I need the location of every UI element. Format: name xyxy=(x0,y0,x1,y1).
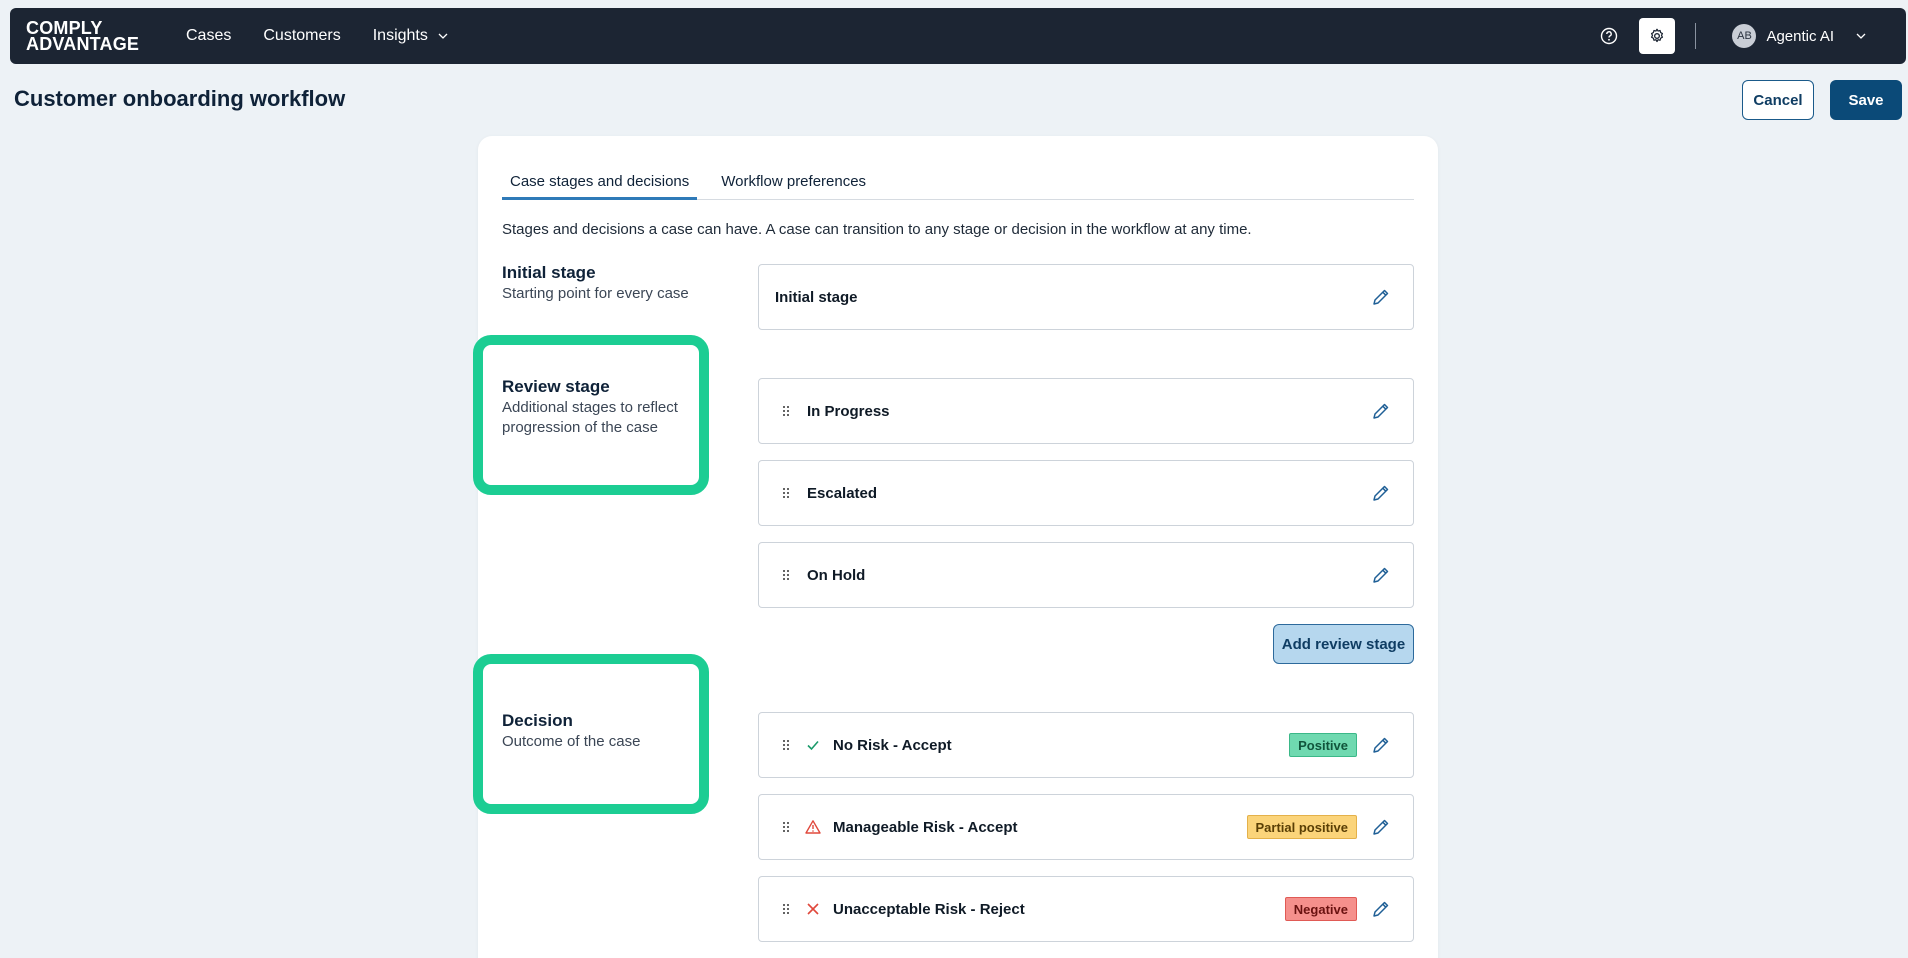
drag-handle-icon[interactable] xyxy=(779,739,793,751)
avatar: AB xyxy=(1732,24,1757,48)
settings-button[interactable] xyxy=(1639,18,1676,54)
workflow-card: Case stages and decisions Workflow prefe… xyxy=(473,136,1438,958)
nav-customers[interactable]: Customers xyxy=(263,27,340,45)
decision-highlight xyxy=(473,654,709,814)
decision-label: Unacceptable Risk - Reject xyxy=(833,900,1025,918)
pencil-icon[interactable] xyxy=(1371,899,1391,919)
nav-insights[interactable]: Insights xyxy=(373,27,448,45)
nav-cases[interactable]: Cases xyxy=(186,27,231,45)
decision-row[interactable]: No Risk - Accept Positive xyxy=(758,712,1414,778)
page-title: Customer onboarding workflow xyxy=(14,86,346,111)
pencil-icon[interactable] xyxy=(1371,735,1391,755)
check-icon xyxy=(805,737,821,753)
pencil-icon[interactable] xyxy=(1371,287,1391,307)
tab-case-stages[interactable]: Case stages and decisions xyxy=(502,172,698,200)
nav-insights-label: Insights xyxy=(372,27,428,44)
cancel-button[interactable]: Cancel xyxy=(1742,80,1814,120)
drag-handle-icon[interactable] xyxy=(779,569,793,581)
initial-stage-title: Initial stage xyxy=(502,263,596,282)
chevron-down-icon xyxy=(1856,33,1866,39)
initial-stage-label: Initial stage xyxy=(775,288,858,306)
logo[interactable]: COMPLY ADVANTAGE xyxy=(26,19,148,54)
decision-label: Manageable Risk - Accept xyxy=(833,818,1018,836)
review-stage-label: On Hold xyxy=(807,566,866,584)
decision-label: No Risk - Accept xyxy=(833,736,952,754)
decision-row[interactable]: Unacceptable Risk - Reject Negative xyxy=(758,876,1414,942)
review-stage-highlight xyxy=(473,335,709,495)
drag-handle-icon[interactable] xyxy=(779,821,793,833)
description: Stages and decisions a case can have. A … xyxy=(502,221,1252,238)
drag-handle-icon[interactable] xyxy=(779,405,793,417)
nav-divider xyxy=(1695,23,1697,49)
add-review-stage-button[interactable]: Add review stage xyxy=(1273,624,1414,664)
nav-customers-label: Customers xyxy=(263,27,341,44)
user-menu[interactable]: AB Agentic AI xyxy=(1732,24,1866,48)
gear-icon xyxy=(1651,28,1664,43)
drag-handle-icon[interactable] xyxy=(779,903,793,915)
top-nav: COMPLY ADVANTAGE Cases Customers Insight… xyxy=(10,8,1906,64)
tab-workflow-preferences[interactable]: Workflow preferences xyxy=(713,172,874,200)
save-button[interactable]: Save xyxy=(1830,80,1902,120)
warning-icon xyxy=(805,819,821,835)
pencil-icon[interactable] xyxy=(1371,565,1391,585)
help-circle-icon[interactable] xyxy=(1599,26,1619,46)
review-stage-label: Escalated xyxy=(807,484,878,502)
review-stage-label: In Progress xyxy=(807,402,890,420)
status-badge: Positive xyxy=(1289,733,1357,757)
status-badge: Partial positive xyxy=(1246,815,1357,839)
initial-stage-subtitle: Starting point for every case xyxy=(502,285,689,302)
review-stage-row[interactable]: Escalated xyxy=(758,460,1414,526)
tab-bar: Case stages and decisions Workflow prefe… xyxy=(502,172,1414,200)
pencil-icon[interactable] xyxy=(1371,401,1391,421)
x-icon xyxy=(805,901,821,917)
nav-cases-label: Cases xyxy=(186,27,232,44)
user-name: Agentic AI xyxy=(1766,27,1834,45)
status-badge: Negative xyxy=(1284,897,1357,921)
chevron-down-icon xyxy=(438,33,448,39)
initial-stage-row: Initial stage xyxy=(758,264,1414,330)
pencil-icon[interactable] xyxy=(1371,483,1391,503)
review-stage-row[interactable]: In Progress xyxy=(758,378,1414,444)
review-stage-row[interactable]: On Hold xyxy=(758,542,1414,608)
drag-handle-icon[interactable] xyxy=(779,487,793,499)
logo-line-2: ADVANTAGE xyxy=(26,34,140,54)
pencil-icon[interactable] xyxy=(1371,817,1391,837)
decision-row[interactable]: Manageable Risk - Accept Partial positiv… xyxy=(758,794,1414,860)
